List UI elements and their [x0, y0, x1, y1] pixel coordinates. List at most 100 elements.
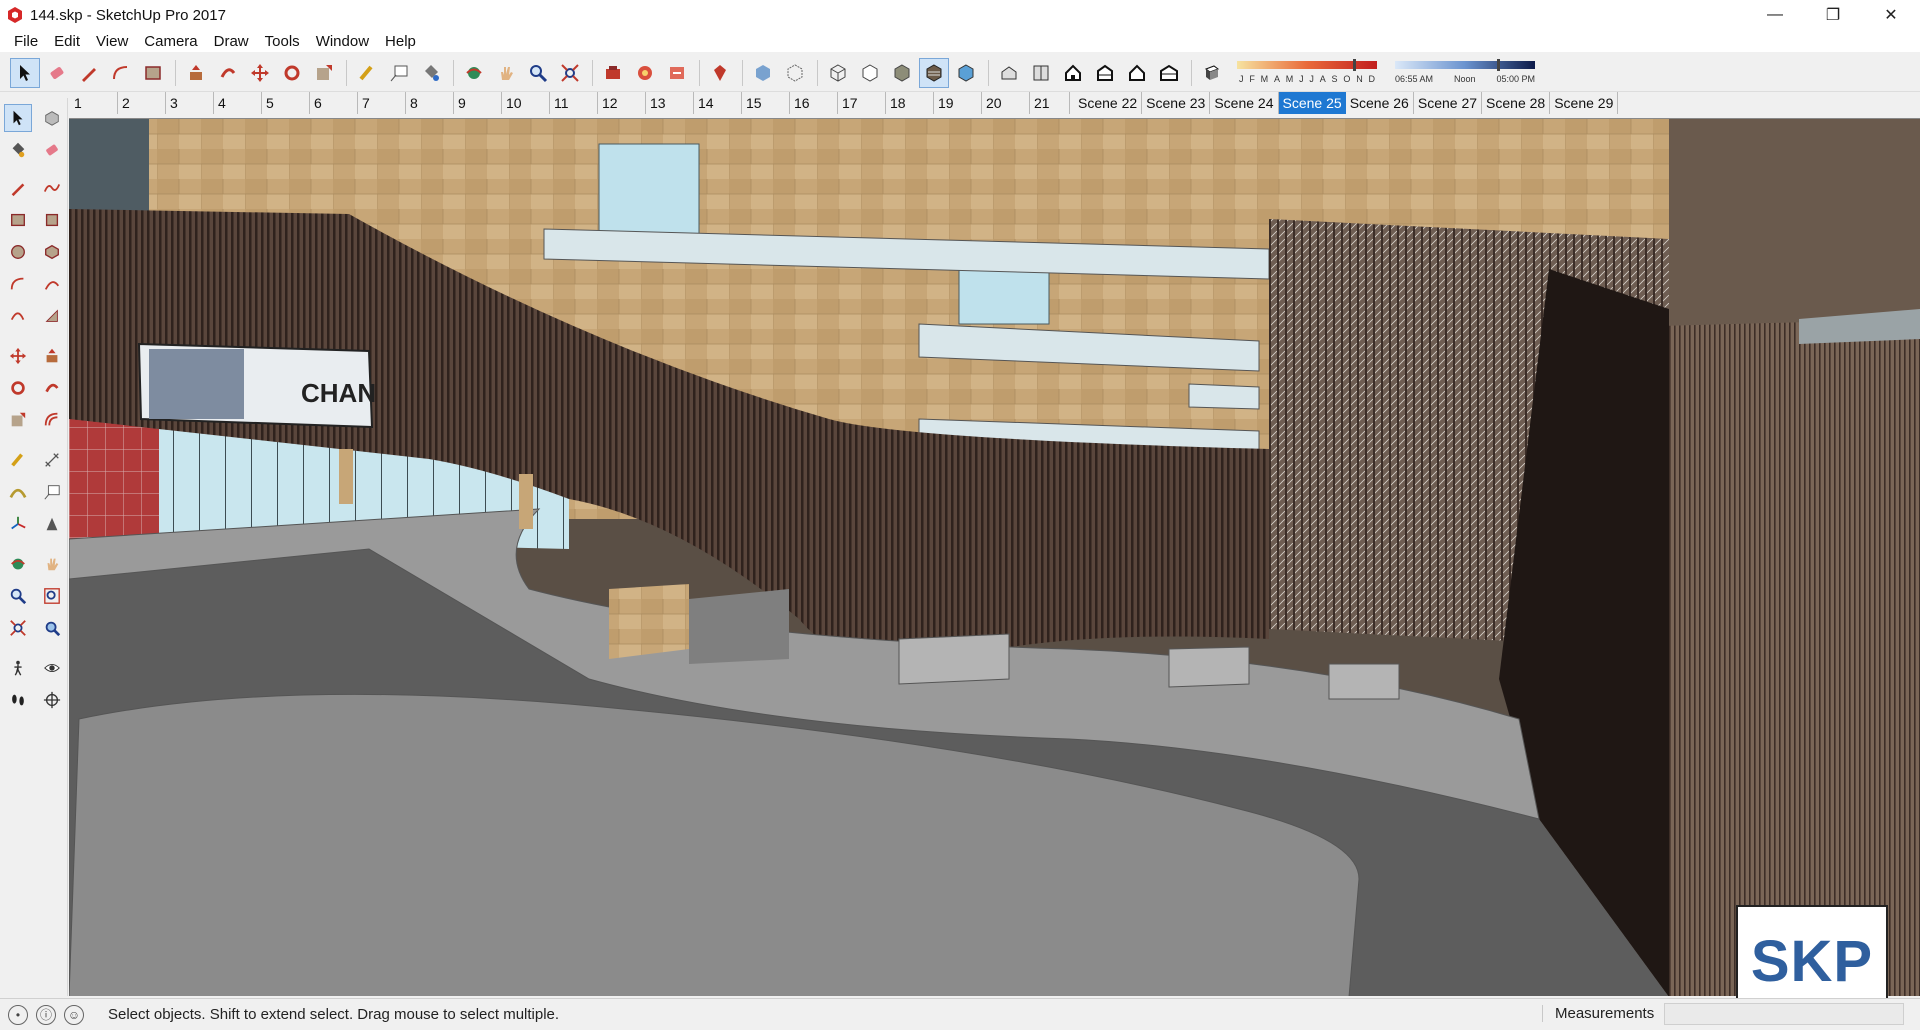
close-button[interactable]: ✕ — [1862, 0, 1920, 30]
scene-tab-24[interactable]: Scene 24 — [1210, 92, 1279, 114]
make-component-tool[interactable] — [38, 104, 66, 132]
rotate-tool[interactable] — [4, 374, 32, 402]
shadows-toggle-button[interactable] — [1197, 58, 1227, 88]
back-view-button[interactable] — [1122, 58, 1152, 88]
components-button[interactable] — [630, 58, 660, 88]
dimension-tool[interactable] — [38, 446, 66, 474]
geolocation-icon[interactable]: • — [8, 1004, 28, 1025]
two-point-arc-tool[interactable] — [38, 270, 66, 298]
move-tool[interactable] — [4, 342, 32, 370]
pan-button[interactable] — [491, 58, 521, 88]
measurements-input[interactable] — [1664, 1003, 1904, 1025]
menu-file[interactable]: File — [6, 33, 46, 50]
hidden-line-button[interactable] — [855, 58, 885, 88]
zoom-extents-button[interactable] — [555, 58, 585, 88]
back-edges-button[interactable] — [780, 58, 810, 88]
section-plane-tool[interactable] — [38, 686, 66, 714]
menu-help[interactable]: Help — [377, 33, 424, 50]
push-pull-tool-button[interactable] — [181, 58, 211, 88]
rotate-tool-button[interactable] — [277, 58, 307, 88]
scene-tab[interactable]: 8 — [406, 92, 454, 114]
wireframe-button[interactable] — [823, 58, 853, 88]
scene-tab[interactable]: 17 — [838, 92, 886, 114]
shaded-textures-button[interactable] — [919, 57, 949, 88]
scene-tab-22[interactable]: Scene 22 — [1074, 92, 1143, 114]
circle-tool[interactable] — [4, 238, 32, 266]
scene-tab[interactable]: 15 — [742, 92, 790, 114]
scene-tab[interactable]: 16 — [790, 92, 838, 114]
scene-tab[interactable]: 19 — [934, 92, 982, 114]
month-slider-thumb[interactable] — [1353, 58, 1356, 71]
zoom-button[interactable] — [523, 58, 553, 88]
scene-tab[interactable]: 13 — [646, 92, 694, 114]
paint-bucket-button[interactable] — [416, 58, 446, 88]
xray-button[interactable] — [748, 58, 778, 88]
restore-button[interactable]: ❐ — [1804, 0, 1862, 30]
zoom-tool[interactable] — [4, 582, 32, 610]
scene-tab-28[interactable]: Scene 28 — [1482, 92, 1551, 114]
time-slider-thumb[interactable] — [1497, 58, 1500, 71]
top-view-button[interactable] — [1026, 58, 1056, 88]
front-view-button[interactable] — [1058, 58, 1088, 88]
text-tool[interactable] — [38, 478, 66, 506]
tape-measure-tool[interactable] — [4, 446, 32, 474]
protractor-tool[interactable] — [4, 478, 32, 506]
scene-tab-25-active[interactable]: Scene 25 — [1278, 92, 1346, 114]
follow-me-tool-button[interactable] — [213, 58, 243, 88]
look-around-tool[interactable] — [38, 654, 66, 682]
line-tool-button[interactable] — [74, 58, 104, 88]
orbit-button[interactable] — [459, 58, 489, 88]
three-point-arc-tool[interactable] — [4, 302, 32, 330]
orbit-tool[interactable] — [4, 550, 32, 578]
scene-tab[interactable]: 3 — [166, 92, 214, 114]
offset-tool[interactable] — [38, 406, 66, 434]
warehouse-button[interactable] — [598, 58, 628, 88]
menu-window[interactable]: Window — [308, 33, 377, 50]
eraser-tool-button[interactable] — [42, 58, 72, 88]
select-tool-button[interactable] — [10, 57, 40, 88]
menu-tools[interactable]: Tools — [257, 33, 308, 50]
scene-tab[interactable]: 2 — [118, 92, 166, 114]
right-view-button[interactable] — [1090, 58, 1120, 88]
text-tool-button[interactable] — [384, 58, 414, 88]
user-account-icon[interactable]: ☺ — [64, 1004, 84, 1025]
menu-view[interactable]: View — [88, 33, 136, 50]
previous-view-tool[interactable] — [38, 614, 66, 642]
scene-tab[interactable]: 20 — [982, 92, 1030, 114]
move-tool-button[interactable] — [245, 58, 275, 88]
monochrome-button[interactable] — [951, 58, 981, 88]
scale-tool-button[interactable] — [309, 58, 339, 88]
menu-edit[interactable]: Edit — [46, 33, 88, 50]
scene-tab[interactable]: 14 — [694, 92, 742, 114]
time-slider-track[interactable] — [1395, 60, 1535, 69]
rectangle-tool-button[interactable] — [138, 58, 168, 88]
push-pull-tool[interactable] — [38, 342, 66, 370]
menu-camera[interactable]: Camera — [136, 33, 205, 50]
scene-tab[interactable]: 9 — [454, 92, 502, 114]
line-tool[interactable] — [4, 174, 32, 202]
position-camera-tool[interactable] — [4, 654, 32, 682]
scene-tab[interactable]: 5 — [262, 92, 310, 114]
iso-view-button[interactable] — [994, 58, 1024, 88]
menu-draw[interactable]: Draw — [206, 33, 257, 50]
eraser-tool[interactable] — [38, 136, 66, 164]
paint-bucket-tool[interactable] — [4, 136, 32, 164]
scene-tab[interactable]: 7 — [358, 92, 406, 114]
freehand-tool[interactable] — [38, 174, 66, 202]
scene-tab-23[interactable]: Scene 23 — [1142, 92, 1211, 114]
model-viewport[interactable]: CHAN — [69, 118, 1920, 996]
zoom-window-tool[interactable] — [38, 582, 66, 610]
scene-tab[interactable]: 4 — [214, 92, 262, 114]
extension-warehouse-button[interactable] — [705, 58, 735, 88]
scene-tab[interactable]: 6 — [310, 92, 358, 114]
minimize-button[interactable]: — — [1746, 0, 1804, 30]
scene-tab-27[interactable]: Scene 27 — [1414, 92, 1483, 114]
pan-tool[interactable] — [38, 550, 66, 578]
axes-tool[interactable] — [4, 510, 32, 538]
rotated-rectangle-tool[interactable] — [38, 206, 66, 234]
rectangle-tool[interactable] — [4, 206, 32, 234]
scene-tab[interactable]: 12 — [598, 92, 646, 114]
pie-tool[interactable] — [38, 302, 66, 330]
scene-tab[interactable]: 10 — [502, 92, 550, 114]
shaded-button[interactable] — [887, 58, 917, 88]
